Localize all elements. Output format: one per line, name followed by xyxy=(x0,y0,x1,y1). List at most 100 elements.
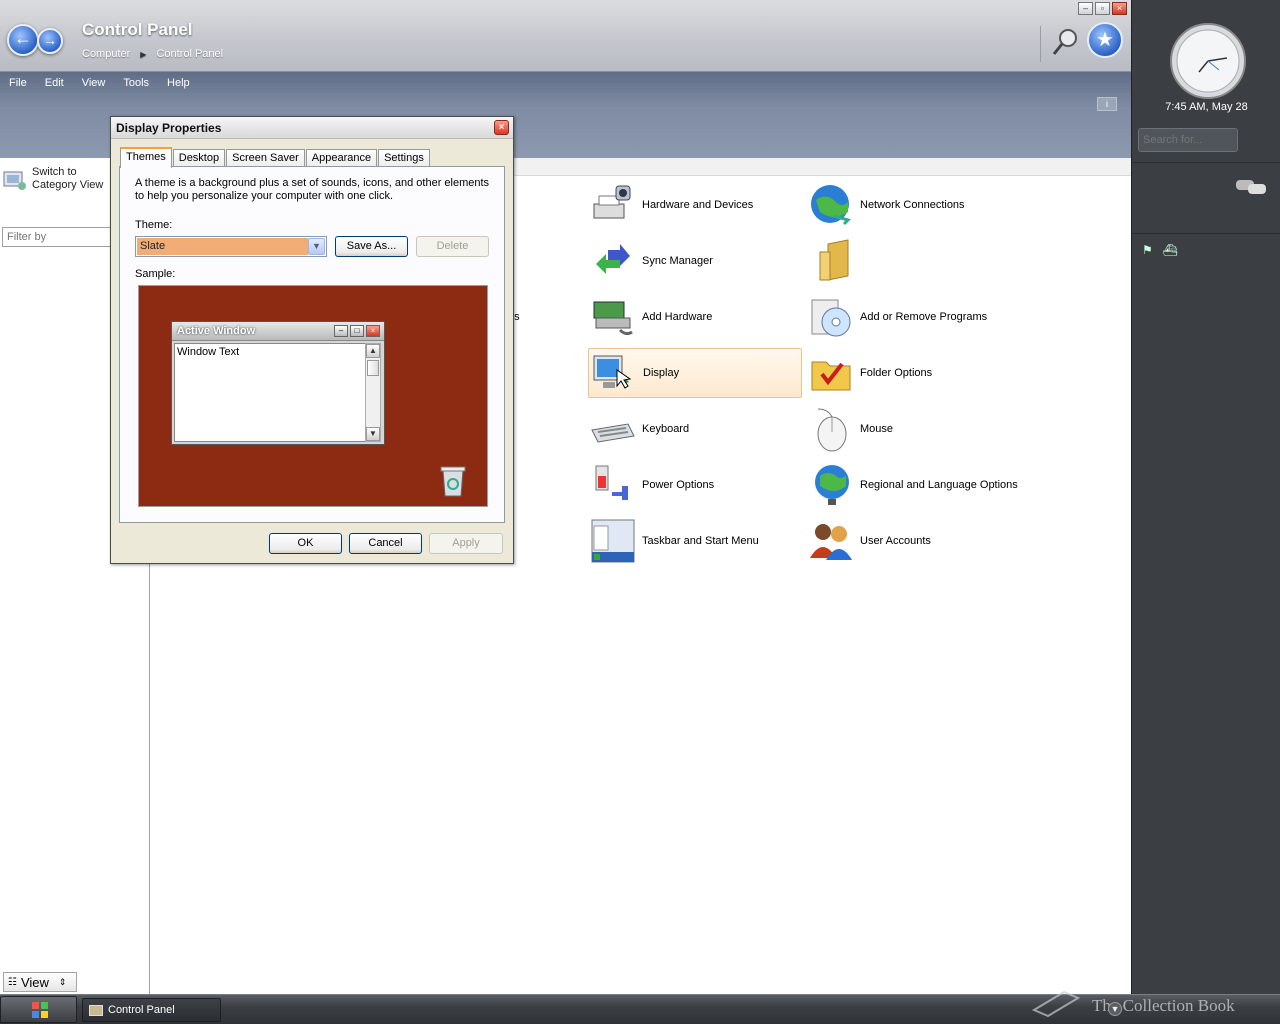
applet-folder[interactable] xyxy=(806,236,1020,286)
forward-button[interactable]: → xyxy=(37,28,63,54)
tab-strip: Themes Desktop Screen Saver Appearance S… xyxy=(120,147,431,168)
scroll-down-icon: ▼ xyxy=(366,427,380,441)
taskbar-start-icon xyxy=(591,519,635,563)
chevron-right-icon[interactable]: ▶ xyxy=(140,48,146,62)
applet-power-options[interactable]: Power Options xyxy=(588,460,802,510)
applet-display[interactable]: Display xyxy=(588,348,802,398)
menu-file[interactable]: File xyxy=(9,77,27,89)
applet-sync-manager[interactable]: Sync Manager xyxy=(588,236,802,286)
title-divider xyxy=(1040,26,1041,62)
theme-sample-preview: Active Window – □ × Window Text ▲ ▼ xyxy=(138,285,488,507)
tab-appearance[interactable]: Appearance xyxy=(305,149,378,167)
applet-label: Power Options xyxy=(642,479,715,491)
start-button[interactable] xyxy=(0,996,77,1023)
windows-flag-icon xyxy=(32,1002,48,1018)
breadcrumb: Computer ▶ Control Panel xyxy=(82,48,223,62)
theme-selected-value: Slate xyxy=(137,238,308,255)
applet-folder-options[interactable]: Folder Options xyxy=(806,348,1020,398)
close-icon: × xyxy=(366,325,380,337)
apply-button[interactable]: Apply xyxy=(429,533,503,554)
sample-active-window: Active Window – □ × Window Text ▲ ▼ xyxy=(171,321,385,445)
menu-view[interactable]: View xyxy=(82,77,106,89)
menu-help[interactable]: Help xyxy=(167,77,190,89)
view-list-icon: ☷ xyxy=(8,976,17,988)
scroll-thumb xyxy=(367,360,379,376)
theme-label: Theme: xyxy=(135,219,173,231)
applet-regional-and-language-options[interactable]: Regional and Language Options xyxy=(806,460,1020,510)
applet-label: Add Hardware xyxy=(642,311,713,323)
maximize-icon: □ xyxy=(350,325,364,337)
applet-taskbar-and-start-menu[interactable]: Taskbar and Start Menu xyxy=(588,516,802,566)
tab-desktop[interactable]: Desktop xyxy=(172,149,226,167)
star-icon: ★ xyxy=(1096,29,1114,51)
chevron-down-icon[interactable]: ▼ xyxy=(1108,1002,1122,1016)
taskbar-item-control-panel[interactable]: Control Panel xyxy=(82,998,221,1022)
applet-user-accounts[interactable]: User Accounts xyxy=(806,516,1020,566)
menu-items: File Edit View Tools Help xyxy=(9,77,190,89)
cancel-button[interactable]: Cancel xyxy=(349,533,422,554)
applet-label: User Accounts xyxy=(860,535,931,547)
applet-network-connections[interactable]: Network Connections xyxy=(806,180,1020,230)
add-hardware-icon xyxy=(593,301,633,336)
applet-label: Network Connections xyxy=(860,199,965,211)
book-watermark-icon xyxy=(1031,990,1080,1018)
menu-tools[interactable]: Tools xyxy=(123,77,149,89)
sample-window-title-bar: Active Window – □ × xyxy=(172,322,384,341)
back-button[interactable]: ← xyxy=(7,24,39,56)
back-arrow-icon: ← xyxy=(14,28,32,48)
applet-label: Folder Options xyxy=(860,367,933,379)
view-button[interactable]: ☷ View ⇕ xyxy=(3,972,77,992)
applet-add-or-remove-programs[interactable]: Add or Remove Programs xyxy=(806,292,1020,342)
save-as-button[interactable]: Save As... xyxy=(335,236,408,257)
taskbar-item-label: Control Panel xyxy=(108,1004,175,1016)
power-options-icon xyxy=(595,465,628,500)
applet-label: Add or Remove Programs xyxy=(860,311,988,323)
scroll-up-icon: ▲ xyxy=(366,344,380,358)
tab-screen-saver[interactable]: Screen Saver xyxy=(226,149,305,167)
sidebar-divider xyxy=(1132,162,1280,163)
control-panel-icon xyxy=(3,171,26,190)
display-icon xyxy=(593,355,632,389)
sidebar-search-input[interactable] xyxy=(1138,128,1238,152)
sample-window-text: Window Text xyxy=(174,343,368,442)
taskbar: Control Panel xyxy=(0,994,1280,1024)
applet-mouse[interactable]: Mouse xyxy=(806,404,1020,454)
menu-edit[interactable]: Edit xyxy=(45,77,64,89)
restore-button[interactable]: ▫ xyxy=(1095,2,1110,15)
recycle-bin-icon xyxy=(440,466,466,497)
clock-icon[interactable] xyxy=(1169,22,1247,100)
favorites-button[interactable]: ★ xyxy=(1087,22,1123,58)
close-button[interactable]: × xyxy=(1112,2,1127,15)
ok-button[interactable]: OK xyxy=(269,533,342,554)
sidebar-tray: ⚑ ⛴ xyxy=(1142,243,1178,257)
chat-bubbles-icon[interactable] xyxy=(1234,178,1270,198)
minimize-button[interactable]: – xyxy=(1078,2,1093,15)
minimize-icon: – xyxy=(334,325,348,337)
applet-add-hardware[interactable]: Add Hardware xyxy=(588,292,802,342)
device-tray-icon[interactable]: ⛴ xyxy=(1163,243,1178,257)
delete-button[interactable]: Delete xyxy=(416,236,489,257)
dialog-title: Display Properties xyxy=(116,121,222,135)
network-tray-icon[interactable]: ⚑ xyxy=(1142,243,1153,257)
user-accounts-icon xyxy=(810,524,852,560)
info-icon[interactable]: i xyxy=(1097,97,1117,111)
display-properties-dialog: Display Properties × Themes Desktop Scre… xyxy=(110,116,514,564)
tab-themes[interactable]: Themes xyxy=(120,147,172,168)
applet-label: Keyboard xyxy=(642,423,690,435)
switch-view-label: Switch to Category View xyxy=(32,166,104,191)
breadcrumb-control-panel[interactable]: Control Panel xyxy=(156,48,223,62)
add-remove-programs-icon xyxy=(811,299,851,337)
tab-settings[interactable]: Settings xyxy=(378,149,430,167)
chevron-down-icon[interactable]: ▼ xyxy=(308,238,325,255)
theme-description: A theme is a background plus a set of so… xyxy=(135,177,490,202)
breadcrumb-computer[interactable]: Computer xyxy=(82,48,130,62)
applet-hardware-and-devices[interactable]: Hardware and Devices xyxy=(588,180,802,230)
search-icon[interactable] xyxy=(1050,26,1080,58)
dialog-title-bar[interactable]: Display Properties × xyxy=(111,117,513,139)
dialog-close-button[interactable]: × xyxy=(494,120,509,135)
globe-regional-icon xyxy=(815,465,849,505)
theme-dropdown[interactable]: Slate ▼ xyxy=(135,236,327,257)
applet-keyboard[interactable]: Keyboard xyxy=(588,404,802,454)
applet-label: Mouse xyxy=(860,423,894,435)
printer-camera-icon xyxy=(593,185,631,219)
